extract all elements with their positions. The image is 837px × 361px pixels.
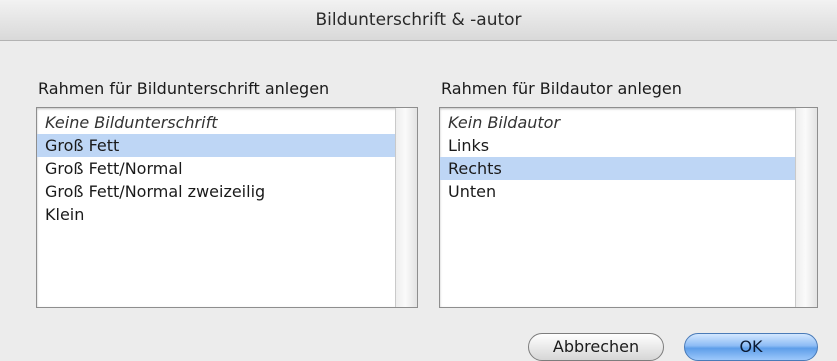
author-option[interactable]: Kein Bildautor (440, 111, 795, 134)
ok-button[interactable]: OK (684, 333, 818, 361)
author-option[interactable]: Unten (440, 180, 795, 203)
caption-option[interactable]: Klein (37, 203, 395, 226)
caption-option[interactable]: Keine Bildunterschrift (37, 111, 395, 134)
caption-option[interactable]: Groß Fett/Normal (37, 157, 395, 180)
caption-frame-label: Rahmen für Bildunterschrift anlegen (38, 79, 330, 98)
author-frame-list[interactable]: Kein Bildautor Links Rechts Unten (439, 107, 818, 308)
author-list-scrollbar[interactable] (795, 108, 817, 307)
author-option[interactable]: Rechts (440, 157, 795, 180)
caption-option[interactable]: Groß Fett (37, 134, 395, 157)
window-title: Bildunterschrift & -autor (0, 0, 837, 41)
author-frame-label: Rahmen für Bildautor anlegen (441, 79, 682, 98)
caption-frame-list[interactable]: Keine Bildunterschrift Groß Fett Groß Fe… (36, 107, 418, 308)
caption-frame-items: Keine Bildunterschrift Groß Fett Groß Fe… (37, 111, 395, 226)
dialog-content: Rahmen für Bildunterschrift anlegen Kein… (0, 41, 837, 361)
caption-list-scrollbar[interactable] (395, 108, 417, 307)
author-frame-items: Kein Bildautor Links Rechts Unten (440, 111, 795, 203)
cancel-button[interactable]: Abbrechen (528, 333, 664, 361)
caption-option[interactable]: Groß Fett/Normal zweizeilig (37, 180, 395, 203)
author-option[interactable]: Links (440, 134, 795, 157)
